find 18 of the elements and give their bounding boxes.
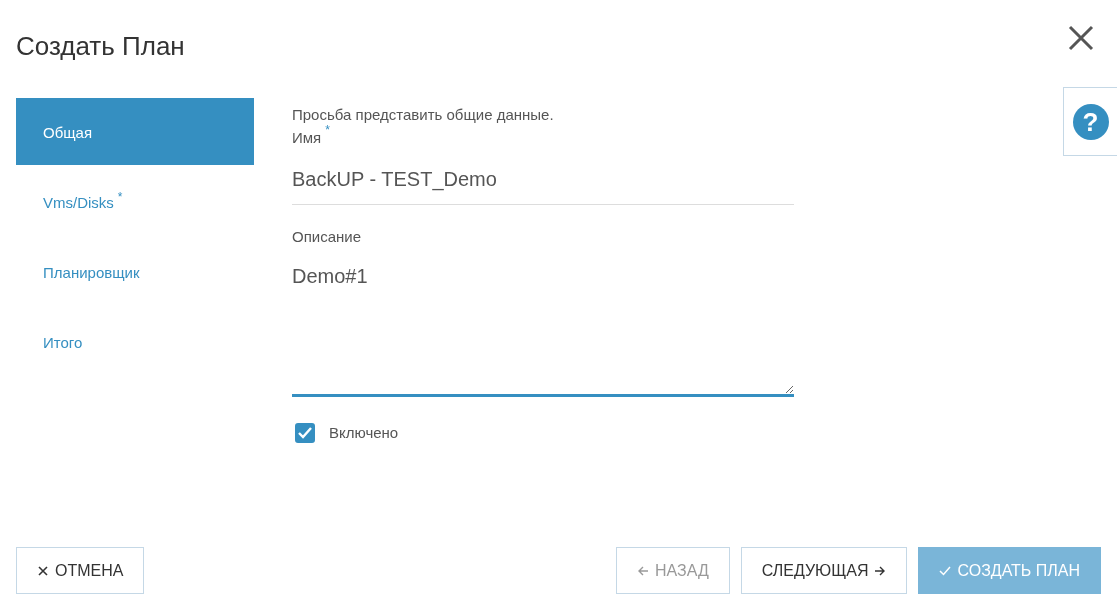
description-text-area[interactable]: Demo#1: [292, 249, 794, 397]
name-input-field[interactable]: BackUP - TEST_Demo: [292, 150, 794, 205]
left-arrow-icon: [636, 564, 649, 577]
checkbox-label: Включено: [329, 423, 399, 443]
help-button[interactable]: ?: [1063, 87, 1117, 156]
wizard-step-tab[interactable]: Общая: [16, 98, 254, 165]
wizard-step-tab[interactable]: Итого: [16, 308, 254, 375]
cancel-button[interactable]: ОТМЕНА: [16, 547, 145, 594]
field-label: Описание: [292, 227, 362, 247]
wizard-step-tab[interactable]: Планировщик: [16, 238, 254, 305]
right-arrow-icon: [874, 564, 887, 577]
close-button[interactable]: [1067, 24, 1095, 52]
check-icon: [939, 564, 952, 577]
checkbox[interactable]: [295, 423, 315, 444]
next-button[interactable]: СЛЕДУЮЩАЯ: [740, 547, 908, 594]
close-icon: [37, 564, 49, 577]
intro-text: Просьба представить общие данные.: [292, 106, 555, 124]
dialog-title: Создать План: [16, 30, 185, 62]
